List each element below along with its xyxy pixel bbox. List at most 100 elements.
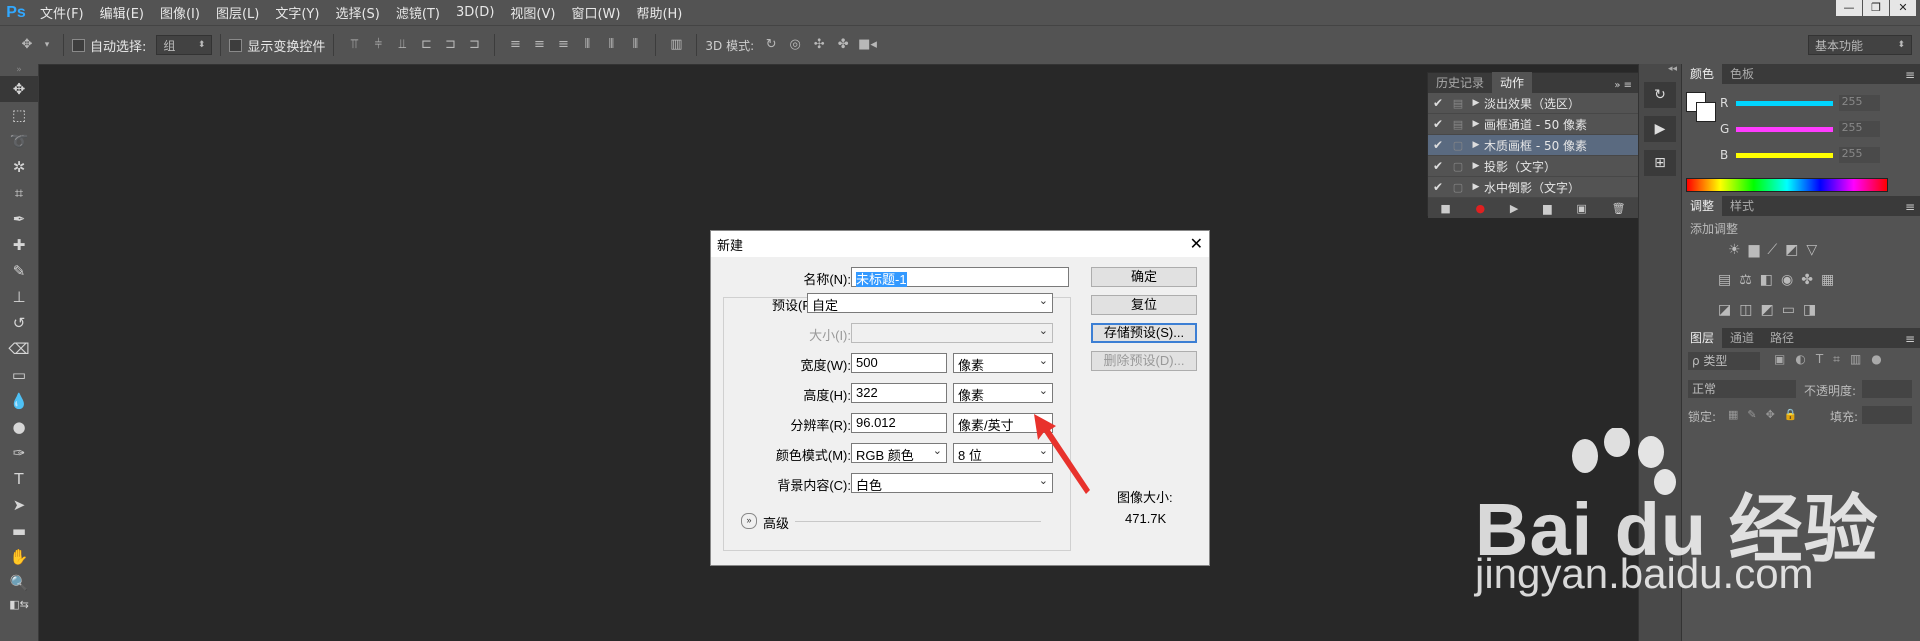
dialog-toggle-icon[interactable]: ▢	[1448, 181, 1468, 194]
3d-pan-icon[interactable]: ✣	[810, 36, 828, 54]
menu-file[interactable]: 文件(F)	[32, 3, 92, 22]
size-select[interactable]: ⌄	[851, 323, 1053, 343]
b-slider[interactable]	[1736, 152, 1833, 158]
hand-tool-icon[interactable]: ✋	[0, 544, 38, 570]
expand-advanced-icon[interactable]: »	[741, 513, 757, 529]
align-left-icon[interactable]: ⊏	[417, 36, 435, 54]
gradient-tool-icon[interactable]: ▭	[0, 362, 38, 388]
collapse-dock-icon[interactable]: ◂◂	[1639, 64, 1681, 74]
tab-history[interactable]: 历史记录	[1428, 72, 1492, 93]
height-unit-select[interactable]: 像素 ⌄	[953, 383, 1053, 403]
color-lookup-icon[interactable]: ▦	[1821, 272, 1834, 288]
hue-saturation-icon[interactable]: ▤	[1718, 272, 1731, 288]
align-hcenter-icon[interactable]: ⊐	[441, 36, 459, 54]
tab-channels[interactable]: 通道	[1722, 327, 1762, 348]
check-icon[interactable]: ✔	[1428, 180, 1448, 194]
rectangle-tool-icon[interactable]: ▬	[0, 518, 38, 544]
clone-stamp-tool-icon[interactable]: ⊥	[0, 284, 38, 310]
align-right-icon[interactable]: ⊐	[465, 36, 483, 54]
distribute-vcenter-icon[interactable]: ≡	[530, 36, 548, 54]
dialog-toggle-icon[interactable]: ▤	[1448, 118, 1468, 131]
width-unit-select[interactable]: 像素 ⌄	[953, 353, 1053, 373]
color-spectrum[interactable]	[1686, 178, 1888, 192]
lock-all-icon[interactable]: 🔒	[1784, 408, 1798, 421]
actions-panel-icon[interactable]: ▶	[1644, 116, 1676, 142]
dialog-toggle-icon[interactable]: ▢	[1448, 160, 1468, 173]
crop-tool-icon[interactable]: ⌗	[0, 180, 38, 206]
check-icon[interactable]: ✔	[1428, 117, 1448, 131]
move-tool-preset-icon[interactable]: ✥	[18, 36, 36, 54]
tab-adjustments[interactable]: 调整	[1682, 195, 1723, 216]
delete-preset-button[interactable]: 删除预设(D)...	[1091, 351, 1197, 371]
menu-3d[interactable]: 3D(D)	[448, 5, 502, 20]
expand-triangle-icon[interactable]: ▶	[1468, 98, 1484, 108]
menu-select[interactable]: 选择(S)	[327, 3, 387, 22]
ok-button[interactable]: 确定	[1091, 267, 1197, 287]
invert-icon[interactable]: ◪	[1718, 302, 1731, 318]
lock-transparent-icon[interactable]: ▦	[1728, 408, 1738, 421]
color-balance-icon[interactable]: ⚖	[1739, 272, 1752, 288]
close-icon[interactable]: ✕	[1190, 234, 1203, 254]
show-transform-checkbox[interactable]	[229, 38, 243, 52]
r-slider[interactable]	[1736, 100, 1833, 106]
action-row[interactable]: ✔ ▤ ▶ 淡出效果（选区）	[1428, 93, 1638, 114]
check-icon[interactable]: ✔	[1428, 159, 1448, 173]
3d-rotate-icon[interactable]: ↻	[762, 36, 780, 54]
chevron-down-icon[interactable]: ▾	[42, 36, 52, 54]
opacity-field[interactable]	[1862, 380, 1912, 398]
exposure-icon[interactable]: ◩	[1785, 242, 1798, 258]
b-value[interactable]: 255	[1838, 147, 1880, 163]
align-bottom-icon[interactable]: ⫫	[393, 36, 411, 54]
panel-menu-icon[interactable]: » ≡	[1608, 78, 1638, 93]
r-value[interactable]: 255	[1838, 95, 1880, 111]
fill-field[interactable]	[1862, 406, 1912, 424]
history-brush-tool-icon[interactable]: ↺	[0, 310, 38, 336]
menu-layer[interactable]: 图层(L)	[208, 3, 267, 22]
shape-filter-icon[interactable]: ⌗	[1833, 352, 1840, 367]
resolution-input[interactable]: 96.012	[851, 413, 947, 433]
collapse-toolbar-icon[interactable]: »	[0, 64, 38, 76]
tab-swatches[interactable]: 色板	[1722, 63, 1762, 84]
brightness-icon[interactable]: ☀	[1728, 242, 1741, 258]
tab-paths[interactable]: 路径	[1762, 327, 1802, 348]
zoom-tool-icon[interactable]: 🔍	[0, 570, 38, 596]
check-icon[interactable]: ✔	[1428, 96, 1448, 110]
move-tool-icon[interactable]: ✥	[0, 76, 38, 102]
healing-brush-tool-icon[interactable]: ✚	[0, 232, 38, 258]
record-icon[interactable]: ●	[1476, 202, 1486, 215]
curves-icon[interactable]: ⟋	[1767, 242, 1777, 258]
lock-position-icon[interactable]: ✥	[1766, 408, 1775, 421]
threshold-icon[interactable]: ◩	[1760, 302, 1773, 318]
gradient-map-icon[interactable]: ▭	[1782, 302, 1795, 318]
magic-wand-tool-icon[interactable]: ✲	[0, 154, 38, 180]
selective-color-icon[interactable]: ◨	[1803, 302, 1816, 318]
black-white-icon[interactable]: ◧	[1760, 272, 1773, 288]
panel-menu-icon[interactable]: ≡	[1899, 66, 1920, 84]
action-row[interactable]: ✔ ▢ ▶ 水中倒影（文字）	[1428, 177, 1638, 198]
close-window-button[interactable]: ✕	[1890, 0, 1916, 16]
levels-icon[interactable]: ▆	[1749, 242, 1760, 258]
minimize-button[interactable]: —	[1836, 0, 1862, 16]
posterize-icon[interactable]: ◫	[1739, 302, 1752, 318]
properties-panel-icon[interactable]: ⊞	[1644, 150, 1676, 176]
align-vcenter-icon[interactable]: ⫩	[369, 36, 387, 54]
menu-type[interactable]: 文字(Y)	[267, 3, 327, 22]
channel-mixer-icon[interactable]: ✤	[1801, 272, 1813, 288]
panel-menu-icon[interactable]: ≡	[1899, 330, 1920, 348]
adjustment-filter-icon[interactable]: ◐	[1795, 352, 1805, 367]
dodge-tool-icon[interactable]: ●	[0, 414, 38, 440]
blend-mode-dropdown[interactable]: 正常	[1688, 380, 1796, 398]
name-input[interactable]: 未标题-1	[851, 267, 1069, 287]
photo-filter-icon[interactable]: ◉	[1781, 272, 1793, 288]
lasso-tool-icon[interactable]: ➰	[0, 128, 38, 154]
filter-toggle-icon[interactable]: ●	[1871, 352, 1881, 367]
background-color-swatch[interactable]	[1696, 102, 1716, 122]
g-value[interactable]: 255	[1838, 121, 1880, 137]
menu-image[interactable]: 图像(I)	[152, 3, 208, 22]
restore-button[interactable]: ❐	[1863, 0, 1889, 16]
distribute-right-icon[interactable]: ⦀	[626, 36, 644, 54]
layer-filter-dropdown[interactable]: ρ 类型	[1688, 352, 1760, 370]
type-filter-icon[interactable]: T	[1816, 352, 1823, 367]
align-top-icon[interactable]: ⫪	[345, 36, 363, 54]
height-input[interactable]: 322	[851, 383, 947, 403]
